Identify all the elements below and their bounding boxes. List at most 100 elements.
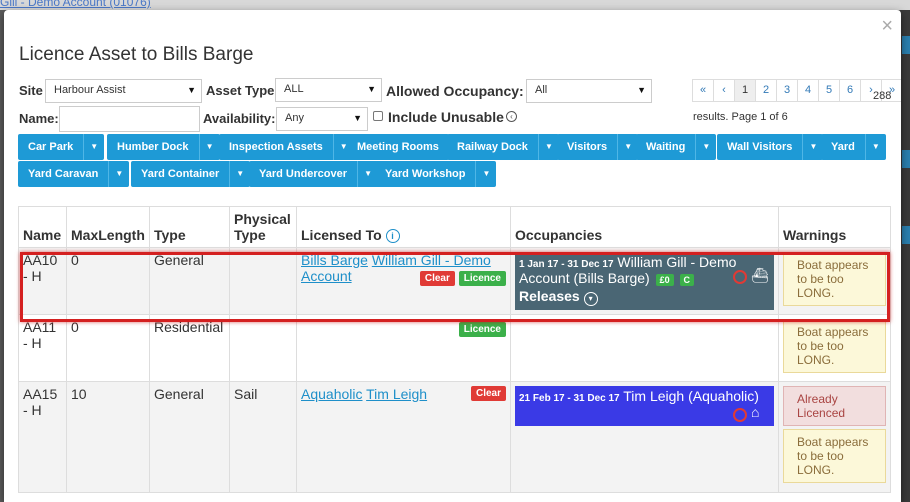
cell-maxlength: 0 (66, 247, 150, 315)
table-row[interactable]: AA10 - H 0 General Bills Barge William G… (18, 247, 891, 315)
occupancy-holder: Tim Leigh (Aquaholic) (623, 388, 759, 404)
cell-name: AA11 - H (18, 314, 67, 382)
status-circle-icon[interactable] (733, 270, 747, 284)
cell-physical-type (229, 314, 297, 382)
site-label: Site (19, 83, 43, 98)
licence-asset-modal: × Licence Asset to Bills Barge Site Harb… (4, 10, 901, 502)
filter-yard[interactable]: Yard ▼ (821, 134, 886, 160)
cell-physical-type (229, 247, 297, 315)
cell-licensed-to: Licence (296, 314, 511, 382)
filter-label: Visitors (567, 141, 608, 153)
allowed-occupancy-select-value: All (535, 84, 548, 96)
occupancy-bar[interactable]: 21 Feb 17 - 31 Dec 17 Tim Leigh (Aquahol… (515, 386, 774, 426)
page-info: results. Page 1 of 6 (693, 111, 788, 123)
filter-meeting-rooms[interactable]: Meeting Rooms (347, 134, 449, 160)
table-row[interactable]: AA11 - H 0 Residential Licence Boat appe… (18, 314, 891, 382)
page-3[interactable]: 3 (776, 79, 798, 102)
boat-icon[interactable]: ⛴ (751, 267, 769, 284)
header-licensed-to[interactable]: Licensed To i (296, 206, 511, 248)
occupancy-bar[interactable]: 1 Jan 17 - 31 Dec 17 William Gill - Demo… (515, 252, 774, 310)
table-row[interactable]: AA15 - H 10 General Sail Aquaholic Tim L… (18, 381, 891, 493)
info-icon[interactable]: i (385, 229, 400, 243)
caret-down-icon[interactable]: ▼ (617, 134, 638, 160)
header-type[interactable]: Type (149, 206, 230, 248)
licensed-link-tim-leigh[interactable]: Tim Leigh (366, 386, 427, 402)
page-prev[interactable]: ‹ (713, 79, 735, 102)
page-6[interactable]: 6 (839, 79, 861, 102)
house-icon[interactable]: ⌂ (751, 404, 759, 420)
occupancy-price-tag: £0 (655, 274, 674, 286)
cell-name: AA10 - H (18, 247, 67, 315)
assets-table: Name MaxLength Type Physical Type Licens… (18, 206, 891, 493)
filter-yard-workshop[interactable]: Yard Workshop ▼ (375, 161, 497, 187)
caret-down-icon[interactable]: ▼ (695, 134, 716, 160)
filter-label: Wall Visitors (727, 141, 793, 153)
releases-label[interactable]: Releases (519, 288, 580, 304)
chevron-left-circle-icon[interactable]: ‹ (506, 111, 517, 122)
header-name[interactable]: Name (18, 206, 67, 248)
caret-down-icon[interactable]: ▼ (83, 134, 104, 160)
caret-down-icon[interactable]: ▼ (198, 134, 220, 160)
availability-select[interactable]: Any ▼ (276, 107, 368, 131)
caret-down-icon[interactable]: ▼ (229, 161, 250, 187)
page-1[interactable]: 1 (734, 79, 756, 102)
site-select[interactable]: Harbour Assist ▼ (45, 79, 202, 103)
allowed-occupancy-select[interactable]: All ▼ (526, 79, 652, 103)
cell-warnings: Boat appears to be too LONG. (778, 314, 891, 382)
asset-type-select[interactable]: ALL ▼ (275, 78, 382, 102)
cell-type: General (149, 247, 230, 315)
cell-warnings: Boat appears to be too LONG. (778, 247, 891, 315)
allowed-occupancy-label: Allowed Occupancy: (386, 83, 524, 99)
filter-label: Waiting (646, 141, 686, 153)
page-first[interactable]: « (692, 79, 714, 102)
availability-label: Availability: (203, 111, 276, 126)
filter-yard-caravan[interactable]: Yard Caravan ▼ (18, 161, 130, 187)
caret-down-icon[interactable]: ▼ (108, 161, 129, 187)
chevron-down-circle-icon[interactable]: ▾ (583, 292, 598, 306)
status-circle-icon[interactable] (733, 408, 747, 422)
clear-button[interactable]: Clear (419, 271, 455, 286)
include-unusable-checkbox[interactable] (373, 111, 383, 121)
caret-down-icon[interactable]: ▼ (537, 134, 559, 160)
filter-yard-container[interactable]: Yard Container ▼ (131, 161, 251, 187)
occupancy-dates: 21 Feb 17 - 31 Dec 17 (519, 393, 620, 404)
backdrop-side (900, 10, 910, 502)
filter-yard-undercover[interactable]: Yard Undercover ▼ (249, 161, 379, 187)
caret-down-icon[interactable]: ▼ (475, 161, 496, 187)
header-occupancies[interactable]: Occupancies (510, 206, 779, 248)
header-physical-type[interactable]: Physical Type (229, 206, 297, 248)
filter-humber-dock[interactable]: Humber Dock ▼ (107, 134, 220, 160)
include-unusable-label: Include Unusable (388, 109, 504, 125)
caret-down-icon[interactable]: ▼ (864, 134, 886, 160)
filter-label: Yard Undercover (259, 168, 348, 180)
cell-maxlength: 10 (66, 381, 150, 493)
cell-occupancies: 1 Jan 17 - 31 Dec 17 William Gill - Demo… (510, 247, 779, 315)
cell-name: AA15 - H (18, 381, 67, 493)
licence-button[interactable]: Licence (458, 322, 506, 337)
chevron-down-icon: ▼ (637, 85, 646, 95)
table-header-row: Name MaxLength Type Physical Type Licens… (18, 206, 891, 248)
warning-too-long: Boat appears to be too LONG. (783, 252, 886, 306)
filter-inspection-assets[interactable]: Inspection Assets ▼ (219, 134, 354, 160)
site-select-value: Harbour Assist (54, 84, 126, 96)
page-4[interactable]: 4 (797, 79, 819, 102)
filter-waiting[interactable]: Waiting ▼ (636, 134, 717, 160)
clear-button[interactable]: Clear (470, 386, 506, 401)
close-icon[interactable]: × (881, 16, 893, 36)
licence-button[interactable]: Licence (458, 271, 506, 286)
filter-label: Yard Caravan (28, 168, 99, 180)
filter-railway-dock[interactable]: Railway Dock ▼ (447, 134, 559, 160)
header-warnings[interactable]: Warnings (778, 206, 891, 248)
filter-car-park[interactable]: Car Park ▼ (18, 134, 105, 160)
header-maxlength[interactable]: MaxLength (66, 206, 150, 248)
chevron-down-icon: ▼ (187, 85, 196, 95)
licensed-link-aquaholic[interactable]: Aquaholic (301, 386, 363, 402)
licensed-link-bills-barge[interactable]: Bills Barge (301, 252, 368, 268)
page-2[interactable]: 2 (755, 79, 777, 102)
cell-maxlength: 0 (66, 314, 150, 382)
name-input[interactable] (59, 106, 200, 132)
filter-wall-visitors[interactable]: Wall Visitors ▼ (717, 134, 824, 160)
filter-visitors[interactable]: Visitors ▼ (557, 134, 639, 160)
page-5[interactable]: 5 (818, 79, 840, 102)
modal-title: Licence Asset to Bills Barge (19, 44, 254, 65)
